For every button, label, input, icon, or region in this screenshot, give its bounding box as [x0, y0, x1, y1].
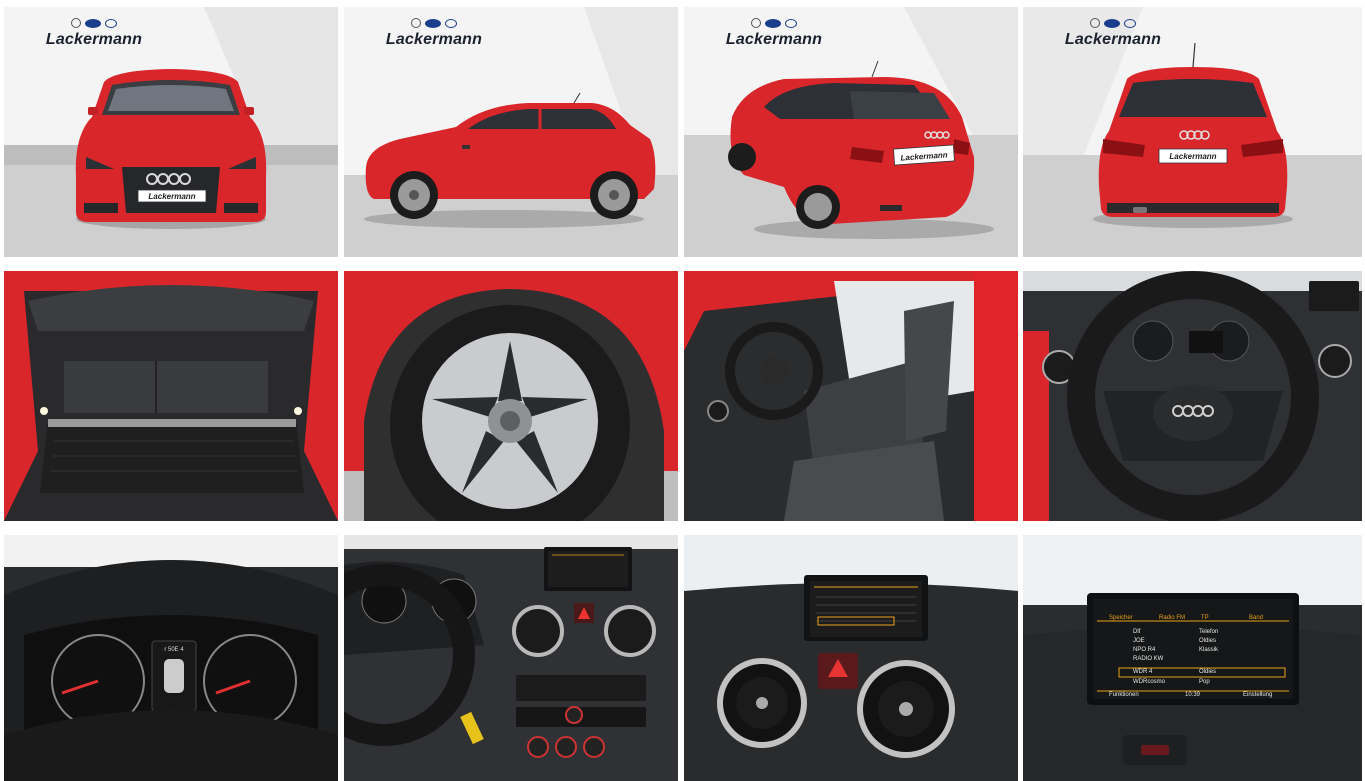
- photo-instrument-cluster[interactable]: r 50E 4: [4, 535, 338, 781]
- photo-front[interactable]: Lackermann Lackermann: [4, 7, 338, 257]
- instrument-cluster-image: r 50E 4: [4, 535, 338, 781]
- radio-header-left: Speicher: [1109, 615, 1133, 621]
- photo-steering-wheel[interactable]: [1023, 271, 1362, 521]
- radio-header-center: Radio FM: [1159, 615, 1186, 621]
- radio-footer-right: Einstellung: [1243, 692, 1273, 698]
- radio-header-right: Band: [1249, 615, 1264, 621]
- dealer-name: Lackermann: [385, 31, 483, 48]
- station-name: NPO R4: [1133, 647, 1156, 653]
- photo-side[interactable]: Lackermann: [344, 7, 678, 257]
- station-name: Dlf: [1133, 629, 1141, 635]
- station-name: JOE: [1133, 638, 1145, 644]
- dealer-logo: Lackermann: [714, 17, 834, 49]
- photo-gallery: Lackermann Lackermann Lackermann Lackerm…: [0, 0, 1365, 781]
- station-name: RADIO KW: [1133, 656, 1164, 662]
- svg-text:Lackermann: Lackermann: [1169, 152, 1216, 161]
- photo-center-console[interactable]: [684, 535, 1018, 781]
- opel-logo-icon: [71, 18, 81, 28]
- station-genre: Pop: [1199, 679, 1210, 685]
- svg-text:Lackermann: Lackermann: [148, 192, 195, 201]
- station-genre-selected: Oldies: [1199, 669, 1217, 675]
- dealer-logo: Lackermann: [1053, 17, 1173, 49]
- radio-footer-left: Funktionen: [1109, 692, 1139, 698]
- station-genre: Klassik: [1199, 647, 1219, 653]
- dealer-name: Lackermann: [1064, 31, 1162, 48]
- hyundai-logo-icon: [1124, 18, 1136, 28]
- station-name-selected: WDR 4: [1133, 669, 1153, 675]
- photo-front-seats[interactable]: [684, 271, 1018, 521]
- cluster-display-text: r 50E 4: [164, 647, 184, 653]
- radio-header-badge: TP: [1201, 615, 1209, 621]
- station-genre: Telefon: [1199, 629, 1219, 635]
- photo-wheel[interactable]: [344, 271, 678, 521]
- photo-trunk[interactable]: [4, 271, 338, 521]
- radio-footer-center: 10:39: [1185, 692, 1201, 698]
- photo-infotainment-screen[interactable]: Speicher Radio FM TP Band Dlf Telefon JO…: [1023, 535, 1362, 781]
- opel-logo-icon: [751, 18, 761, 28]
- ford-logo-icon: [425, 18, 441, 28]
- station-name: WDRcosmo: [1133, 679, 1166, 685]
- dealer-name: Lackermann: [45, 31, 143, 48]
- infotainment-image: [1023, 535, 1362, 781]
- dealer-name: Lackermann: [725, 31, 823, 48]
- hyundai-logo-icon: [785, 18, 797, 28]
- dashboard-image: [344, 535, 678, 781]
- photo-rear[interactable]: Lackermann Lackermann: [1023, 7, 1362, 257]
- center-console-image: [684, 535, 1018, 781]
- opel-logo-icon: [1090, 18, 1100, 28]
- hyundai-logo-icon: [105, 18, 117, 28]
- hyundai-logo-icon: [445, 18, 457, 28]
- photo-dashboard[interactable]: [344, 535, 678, 781]
- dealer-logo: Lackermann: [374, 17, 494, 49]
- wheel-image: [344, 271, 678, 521]
- photo-rear-three-quarter[interactable]: Lackermann Lackermann: [684, 7, 1018, 257]
- dealer-logo: Lackermann: [34, 17, 154, 49]
- steering-wheel-image: [1023, 271, 1362, 521]
- trunk-image: [4, 271, 338, 521]
- ford-logo-icon: [1104, 18, 1120, 28]
- ford-logo-icon: [765, 18, 781, 28]
- station-genre: Oldies: [1199, 638, 1217, 644]
- front-seats-image: [684, 271, 1018, 521]
- ford-logo-icon: [85, 18, 101, 28]
- opel-logo-icon: [411, 18, 421, 28]
